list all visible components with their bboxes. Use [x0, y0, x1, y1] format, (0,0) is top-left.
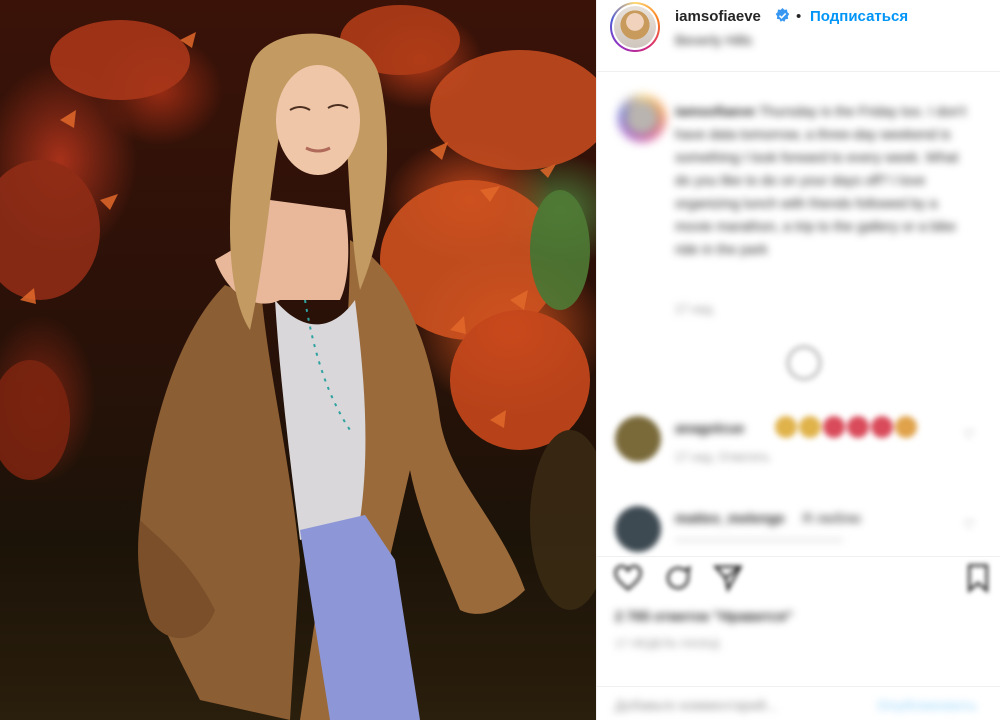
author-avatar[interactable] — [610, 2, 660, 52]
comment-avatar[interactable] — [615, 506, 661, 552]
caption-username[interactable]: iamsofiaeve — [675, 103, 755, 119]
comment-username[interactable]: anagolcue — [675, 420, 744, 436]
comment-icon[interactable] — [663, 563, 693, 593]
comment-meta[interactable]: 17 нед. Ответить — [675, 450, 770, 464]
author-username[interactable]: iamsofiaeve — [675, 8, 761, 25]
comment-item: anagolcue 17 нед. Ответить ♡ — [597, 416, 1000, 476]
caption-author-avatar[interactable] — [619, 95, 665, 141]
bookmark-icon[interactable] — [963, 563, 993, 593]
add-comment-bar: Добавьте комментарий... Опубликовать — [597, 686, 1000, 720]
comment-like-heart-icon[interactable]: ♡ — [963, 516, 976, 533]
comment-like-heart-icon[interactable]: ♡ — [963, 426, 976, 443]
likes-count[interactable]: 2 765 отметок "Нравится" — [615, 608, 793, 624]
post-photo[interactable] — [0, 0, 596, 720]
post-date: 17 НЕДЕЛЬ НАЗАД — [615, 638, 720, 650]
post-location[interactable]: Beverly Hills — [675, 32, 752, 48]
comment-text: Я люблю — [802, 510, 861, 526]
follow-button[interactable]: Подписаться — [810, 8, 908, 25]
photo-illustration — [0, 5, 596, 720]
share-icon[interactable] — [713, 563, 743, 593]
caption-timestamp: 17 нед. — [675, 302, 716, 316]
comment-emojis — [775, 416, 919, 440]
add-comment-input[interactable]: Добавьте комментарий... — [615, 697, 777, 713]
publish-comment-button[interactable]: Опубликовать — [877, 697, 977, 713]
heart-icon[interactable] — [613, 563, 643, 593]
verified-badge-icon — [775, 8, 790, 22]
load-more-comments-icon[interactable] — [787, 346, 821, 380]
caption-body: Thursday is the Friday too. I don't have… — [675, 103, 967, 257]
comment-avatar[interactable] — [615, 416, 661, 462]
comment-meta[interactable]: —————————————— — [675, 532, 843, 546]
post-actions-bar — [597, 556, 1000, 602]
comment-username[interactable]: mattes_melenge — [675, 510, 785, 526]
post-caption: iamsofiaeve Thursday is the Friday too. … — [675, 100, 975, 261]
post-side-panel: iamsofiaeve • Подписаться Beverly Hills … — [597, 0, 1000, 720]
post-header: iamsofiaeve • Подписаться Beverly Hills — [597, 0, 1000, 72]
header-separator: • — [796, 8, 802, 25]
